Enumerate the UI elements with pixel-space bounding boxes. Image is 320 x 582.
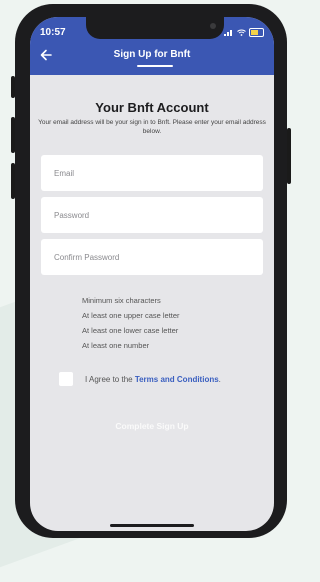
agree-text: I Agree to the Terms and Conditions. [85,375,221,384]
email-input[interactable] [52,167,263,179]
requirement-min-length: Minimum six characters [82,296,161,305]
signal-icon [224,30,232,36]
complete-signup-button[interactable]: Complete Sign Up [30,421,274,431]
status-icons [224,28,264,37]
app-header: 10:57 Sign Up for Bnft [30,17,274,75]
agree-suffix: . [218,374,221,384]
phone-screen: 10:57 Sign Up for Bnft Your Bnft Account… [30,17,274,531]
confirm-password-field[interactable] [41,239,263,275]
battery-icon [249,28,264,37]
password-input[interactable] [52,209,263,221]
agree-prefix: I Agree to the [85,374,135,384]
home-indicator [110,524,194,527]
confirm-password-input[interactable] [52,251,263,263]
requirement-uppercase: At least one upper case letter [82,311,180,320]
requirement-number: At least one number [82,341,150,350]
password-field[interactable] [41,197,263,233]
notch [86,17,224,39]
email-field[interactable] [41,155,263,191]
terms-checkbox[interactable] [59,372,73,386]
title-underline [137,65,173,67]
requirement-lowercase: At least one lower case letter [82,326,179,335]
account-subtitle: Your email address will be your sign in … [38,119,266,135]
power-button [287,128,291,184]
camera-icon [210,23,216,29]
terms-agree-row: I Agree to the Terms and Conditions. [59,372,221,386]
page-title: Sign Up for Bnft [113,49,191,60]
wifi-icon [237,29,246,36]
status-time: 10:57 [40,27,66,38]
account-heading: Your Bnft Account [95,100,209,115]
terms-link[interactable]: Terms and Conditions [135,375,219,384]
